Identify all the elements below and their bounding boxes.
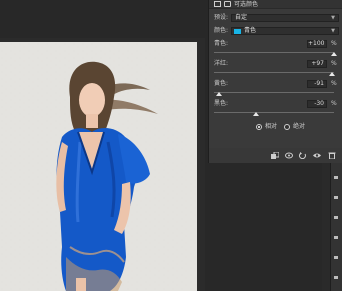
colors-select[interactable]: 青色 ▼	[231, 27, 339, 35]
chevron-down-icon: ▼	[331, 28, 335, 34]
reset-icon[interactable]	[298, 152, 307, 160]
panel-footer	[209, 148, 342, 163]
cyan-slider-track[interactable]	[214, 52, 334, 53]
clip-to-layer-icon[interactable]	[271, 151, 280, 159]
photo-image	[0, 42, 197, 291]
view-previous-icon[interactable]	[285, 152, 293, 159]
absolute-label: 绝对	[293, 123, 306, 130]
colors-value: 青色	[244, 27, 257, 34]
panel-handle-icon[interactable]	[334, 236, 338, 239]
panel-handle-icon[interactable]	[334, 276, 338, 279]
panel-title: 可选颜色	[234, 1, 259, 8]
chevron-down-icon: ▼	[331, 15, 335, 21]
yellow-value-field[interactable]: -91	[307, 80, 327, 88]
properties-panel: 可选颜色 预设: 自定 ▼ 颜色: 青色 ▼ 青色: +100 % 洋红: +9…	[208, 0, 342, 163]
colors-label: 颜色:	[214, 27, 229, 34]
tools-strip	[330, 163, 342, 291]
relative-radio[interactable]	[256, 124, 262, 130]
absolute-radio[interactable]	[284, 124, 290, 130]
relative-label: 相对	[265, 123, 278, 130]
black-value-field[interactable]: -30	[307, 100, 327, 108]
delete-icon[interactable]	[328, 152, 336, 160]
panel-header: 可选颜色	[209, 0, 342, 9]
black-slider-thumb[interactable]	[253, 112, 259, 116]
panel-handle-icon[interactable]	[334, 196, 338, 199]
black-percent: %	[331, 100, 337, 107]
yellow-percent: %	[331, 80, 337, 87]
cyan-label: 青色:	[214, 40, 229, 47]
yellow-label: 黄色:	[214, 80, 229, 87]
cyan-slider-thumb[interactable]	[331, 52, 337, 56]
cyan-percent: %	[331, 40, 337, 47]
visibility-icon[interactable]	[313, 152, 321, 159]
color-swatch	[234, 29, 241, 34]
black-slider-track[interactable]	[214, 112, 334, 113]
yellow-slider-track[interactable]	[214, 92, 334, 93]
magenta-slider-track[interactable]	[214, 72, 334, 73]
magenta-percent: %	[331, 60, 337, 67]
magenta-slider-thumb[interactable]	[329, 72, 336, 76]
cyan-value-field[interactable]: +100	[307, 40, 327, 48]
panel-handle-icon[interactable]	[334, 256, 338, 259]
yellow-slider-thumb[interactable]	[216, 92, 223, 96]
adjustment-layer-icon[interactable]	[214, 1, 221, 7]
preset-select[interactable]: 自定 ▼	[231, 14, 339, 22]
preset-label: 预设:	[214, 14, 229, 21]
magenta-value-field[interactable]: +97	[307, 60, 327, 68]
panel-handle-icon[interactable]	[334, 176, 338, 179]
mask-icon[interactable]	[224, 1, 231, 7]
vertical-scrollbar[interactable]	[322, 163, 330, 291]
panel-handle-icon[interactable]	[334, 216, 338, 219]
preset-value: 自定	[235, 14, 248, 21]
black-label: 黑色:	[214, 100, 229, 107]
magenta-label: 洋红:	[214, 60, 229, 67]
